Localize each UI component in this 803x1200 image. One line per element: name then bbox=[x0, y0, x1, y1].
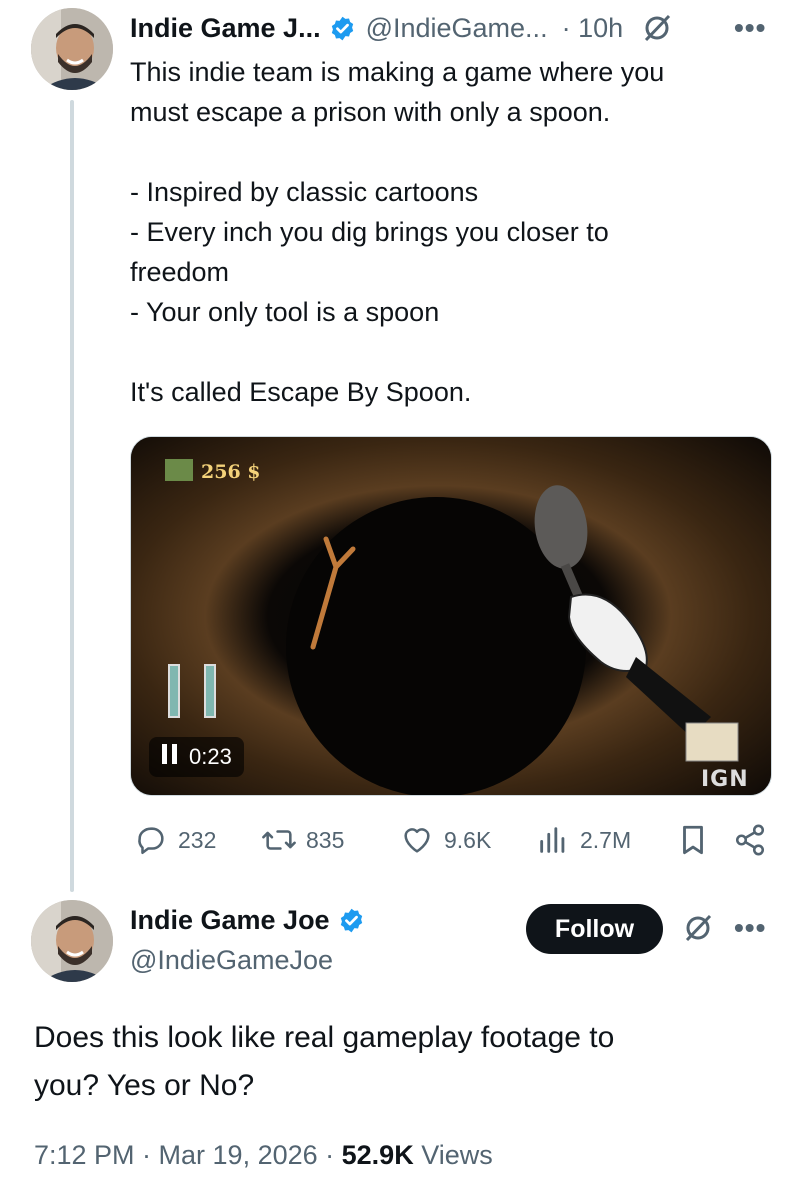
bookmark-button[interactable] bbox=[676, 820, 710, 860]
pause-icon[interactable] bbox=[161, 743, 179, 771]
share-button[interactable] bbox=[733, 820, 767, 860]
grok-icon[interactable] bbox=[641, 12, 673, 44]
video-player[interactable]: 256 $ 0:23 IGN bbox=[130, 436, 772, 796]
views-icon bbox=[540, 827, 565, 853]
verified-badge-icon bbox=[329, 15, 356, 42]
tweet-meta: 7:12 PM · Mar 19, 2026 · 52.9K Views bbox=[34, 1140, 493, 1171]
views-count: 2.7M bbox=[580, 826, 632, 853]
video-timestamp-control[interactable]: 0:23 bbox=[149, 737, 244, 777]
like-button[interactable]: 9.6K bbox=[400, 820, 491, 860]
thread-connector-line bbox=[70, 100, 74, 892]
views-total: 52.9K bbox=[341, 1140, 414, 1170]
like-count: 9.6K bbox=[444, 826, 492, 853]
reply-icon bbox=[138, 827, 164, 855]
views-button[interactable]: 2.7M bbox=[536, 820, 631, 860]
video-timestamp: 0:23 bbox=[189, 744, 232, 769]
author-handle[interactable]: @IndieGame... bbox=[366, 13, 548, 44]
repost-icon bbox=[262, 830, 296, 850]
reply-count: 232 bbox=[178, 826, 217, 853]
reply-author-avatar[interactable] bbox=[31, 900, 113, 982]
reply-text: Does this look like real gameplay footag… bbox=[34, 1021, 615, 1102]
grok-icon[interactable] bbox=[682, 912, 714, 949]
views-label: Views bbox=[413, 1140, 493, 1170]
avatar-photo bbox=[31, 900, 113, 982]
author-name[interactable]: Indie Game J... bbox=[130, 13, 321, 44]
tweet-time[interactable]: · 10h bbox=[562, 13, 624, 44]
more-icon[interactable]: ••• bbox=[734, 912, 766, 944]
like-icon bbox=[404, 828, 430, 853]
verified-badge-icon bbox=[338, 907, 365, 934]
more-icon[interactable]: ••• bbox=[734, 12, 766, 44]
follow-button[interactable]: Follow bbox=[526, 904, 663, 954]
share-icon bbox=[735, 824, 765, 856]
repost-button[interactable]: 835 bbox=[262, 820, 344, 860]
tweet-timestamp[interactable]: 7:12 PM · Mar 19, 2026 · bbox=[34, 1140, 342, 1170]
repost-count: 835 bbox=[306, 826, 345, 853]
hud-money: 256 $ bbox=[201, 461, 261, 483]
reply-button[interactable]: 232 bbox=[134, 820, 216, 860]
author-avatar[interactable] bbox=[31, 8, 113, 90]
avatar-photo bbox=[31, 8, 113, 90]
bookmark-icon bbox=[683, 825, 703, 855]
reply-author-handle[interactable]: @IndieGameJoe bbox=[130, 945, 333, 976]
tweet-text: This indie team is making a game where y… bbox=[130, 57, 665, 407]
ign-watermark: IGN bbox=[701, 767, 749, 792]
reply-author-name[interactable]: Indie Game Joe bbox=[130, 905, 330, 936]
